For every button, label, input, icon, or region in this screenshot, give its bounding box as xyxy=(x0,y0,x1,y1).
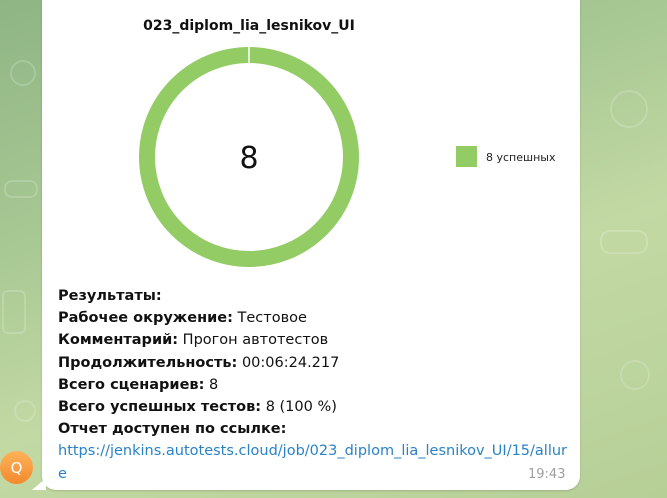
duration-row: Продолжительность: 00:06:24.217 xyxy=(58,352,573,374)
passed-row: Всего успешных тестов: 8 (100 %) xyxy=(58,396,573,418)
total-value: 8 xyxy=(209,376,219,393)
duration-value: 00:06:24.217 xyxy=(241,354,340,371)
chart-title: 023_diplom_lia_lesnikov_UI xyxy=(143,18,355,34)
results-heading-row: Результаты: xyxy=(58,285,573,307)
comment-row: Комментарий: Прогон автотестов xyxy=(58,329,573,351)
report-link[interactable]: https://jenkins.autotests.cloud/job/023_… xyxy=(58,440,570,484)
donut-chart: 023_diplom_lia_lesnikov_UI 8 8 успешных xyxy=(139,18,556,267)
legend-label: 8 успешных xyxy=(486,151,556,164)
total-row: Всего сценариев: 8 xyxy=(58,374,573,396)
chart-center-value: 8 xyxy=(239,141,258,176)
duration-label: Продолжительность: xyxy=(58,354,238,371)
results-block: Результаты: Рабочее окружение: Тестовое … xyxy=(58,285,573,485)
passed-value: 8 (100 %) xyxy=(265,399,337,416)
report-chart[interactable]: 023_diplom_lia_lesnikov_UI 8 8 успешных xyxy=(58,10,578,280)
wallpaper-doodle xyxy=(10,60,36,86)
environment-row: Рабочее окружение: Тестовое xyxy=(58,307,573,329)
total-label: Всего сценариев: xyxy=(58,376,205,393)
wallpaper-doodle xyxy=(4,180,38,198)
environment-label: Рабочее окружение: xyxy=(58,310,233,327)
comment-value: Прогон автотестов xyxy=(182,332,329,349)
wallpaper-doodle xyxy=(610,90,648,128)
legend-swatch xyxy=(456,146,477,167)
wallpaper-doodle xyxy=(14,400,36,422)
message-time: 19:43 xyxy=(528,467,566,482)
results-heading: Результаты: xyxy=(58,288,162,304)
sender-avatar[interactable]: Q xyxy=(0,451,33,484)
report-label: Отчет доступен по ссылке: xyxy=(58,421,287,438)
wallpaper-doodle xyxy=(620,360,650,390)
avatar-letter: Q xyxy=(10,458,23,477)
wallpaper-doodle xyxy=(600,230,648,254)
comment-label: Комментарий: xyxy=(58,332,179,349)
passed-label: Всего успешных тестов: xyxy=(58,399,262,416)
environment-value: Тестовое xyxy=(237,310,307,327)
report-row: Отчет доступен по ссылке: xyxy=(58,418,573,440)
wallpaper-doodle xyxy=(2,290,26,334)
chart-legend: 8 успешных xyxy=(456,146,556,167)
